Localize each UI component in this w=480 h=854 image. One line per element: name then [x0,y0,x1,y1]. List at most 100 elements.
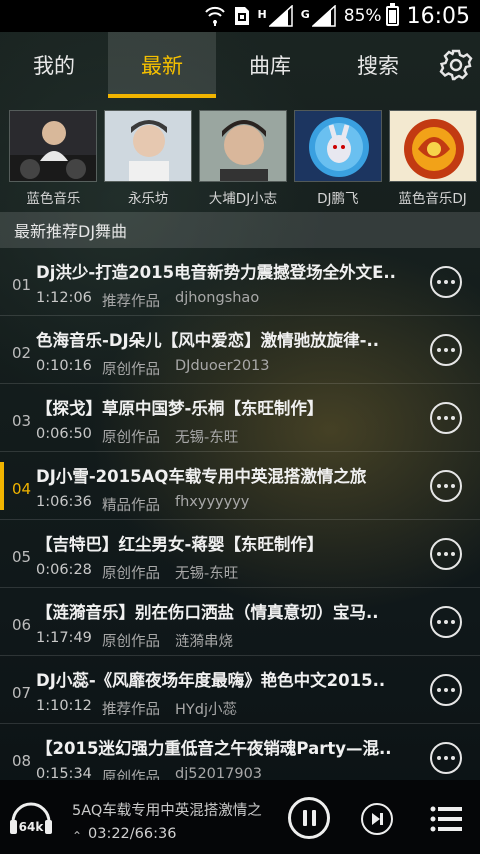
artist-card[interactable]: 蓝色音乐 [6,98,101,210]
track-index: 05 [12,548,32,566]
track-index: 02 [12,344,32,362]
artist-card[interactable]: DJ鹏飞 [290,98,385,210]
clock: 16:05 [406,3,470,29]
track-index: 08 [12,752,32,770]
track-duration: 1:12:06 [36,290,92,306]
track-row[interactable]: 03 【探戈】草原中国梦-乐桐【东旺制作】 0:06:50 原创作品 无锡-东旺 [0,384,480,452]
next-button[interactable] [361,803,393,835]
track-title: 【探戈】草原中国梦-乐桐【东旺制作】 [36,399,324,418]
status-bar: H G 85% 16:05 [0,0,480,32]
tab-latest[interactable]: 最新 [108,32,216,98]
signal-icon [311,5,336,27]
more-options-icon[interactable] [430,402,462,434]
track-index: 07 [12,684,32,702]
mini-player: 64k 5AQ车载专用中英混搭激情之 ⌃ 03:22/66:36 [0,780,480,854]
track-type: 原创作品 [102,362,160,378]
artist-name: DJ鹏飞 [317,191,359,207]
track-uploader: 涟漪串烧 [175,634,233,650]
track-duration: 0:06:50 [36,426,92,442]
signal-1: H [258,5,293,27]
track-type: 推荐作品 [102,702,160,718]
quality-label: 64k [19,820,45,834]
track-type: 精品作品 [102,498,160,514]
track-row-playing[interactable]: 04 DJ小雪-2015AQ车载专用中英混搭激情之旅 1:06:36 精品作品 … [0,452,480,520]
track-uploader: fhxyyyyyy [175,494,250,510]
artist-card[interactable]: 蓝色音乐DJ [385,98,480,210]
track-title: 【涟漪音乐】别在伤口洒盐（情真意切）宝马.. [36,603,379,622]
track-duration: 1:17:49 [36,630,92,646]
battery-icon [385,3,399,26]
network-type-h: H [257,8,267,21]
track-uploader: 无锡-东旺 [175,566,239,582]
track-row[interactable]: 06 【涟漪音乐】别在伤口洒盐（情真意切）宝马.. 1:17:49 原创作品 涟… [0,588,480,656]
playlist-button[interactable] [430,804,462,834]
tab-mine[interactable]: 我的 [0,32,108,98]
more-options-icon[interactable] [430,606,462,638]
more-options-icon[interactable] [430,470,462,502]
now-playing-title[interactable]: 5AQ车载专用中英混搭激情之 [72,799,272,820]
track-duration: 1:06:36 [36,494,92,510]
track-duration: 1:10:12 [36,698,92,714]
tab-library[interactable]: 曲库 [216,32,324,98]
track-uploader: DJduoer2013 [175,358,270,374]
artist-avatar [9,110,98,182]
pause-button[interactable] [288,797,330,839]
sim-card-icon [234,6,250,26]
featured-artists: 蓝色音乐 永乐坊 大埔DJ小志 DJ鹏飞 蓝色音乐DJ [0,98,480,210]
gear-icon [439,49,473,81]
artist-name: 大埔DJ小志 [208,191,278,207]
track-list: 01 Dj洪少-打造2015电音新势力震撼登场全外文E.. 1:12:06 推荐… [0,248,480,780]
playlist-icon [430,806,462,832]
artist-avatar [293,110,382,182]
settings-button[interactable] [432,32,480,98]
signal-2: G [301,5,336,27]
track-title: 色海音乐-DJ朵儿【风中爱恋】激情驰放旋律-.. [36,331,380,350]
pause-icon [302,810,307,826]
track-row[interactable]: 02 色海音乐-DJ朵儿【风中爱恋】激情驰放旋律-.. 0:10:16 原创作品… [0,316,480,384]
track-title: 【吉特巴】红尘男女-蒋婴【东旺制作】 [36,535,324,554]
track-type: 原创作品 [102,770,160,780]
track-duration: 0:10:16 [36,358,92,374]
track-row[interactable]: 07 DJ小蕊-《风靡夜场年度最嗨》艳色中文2015.. 1:10:12 推荐作… [0,656,480,724]
track-index: 06 [12,616,32,634]
track-type: 原创作品 [102,430,160,446]
signal-icon [268,5,293,27]
more-options-icon[interactable] [430,742,462,774]
track-row[interactable]: 05 【吉特巴】红尘男女-蒋婴【东旺制作】 0:06:28 原创作品 无锡-东旺 [0,520,480,588]
track-index: 01 [12,276,32,294]
track-title: DJ小蕊-《风靡夜场年度最嗨》艳色中文2015.. [36,671,386,690]
track-type: 原创作品 [102,634,160,650]
track-uploader: 无锡-东旺 [175,430,239,446]
artist-card[interactable]: 大埔DJ小志 [196,98,291,210]
now-playing-indicator [0,462,4,510]
track-row[interactable]: 08 【2015迷幻强力重低音之午夜销魂Party—混.. 0:15:34 原创… [0,724,480,780]
artist-name: 永乐坊 [127,191,169,207]
more-options-icon[interactable] [430,538,462,570]
track-title: DJ小雪-2015AQ车载专用中英混搭激情之旅 [36,467,367,486]
track-index: 04 [12,480,32,498]
more-options-icon[interactable] [430,674,462,706]
track-uploader: HYdj小蕊 [175,702,237,718]
track-title: 【2015迷幻强力重低音之午夜销魂Party—混.. [36,739,392,758]
track-title: Dj洪少-打造2015电音新势力震撼登场全外文E.. [36,263,396,282]
tab-search[interactable]: 搜索 [324,32,432,98]
artist-avatar [104,110,193,182]
wifi-hotspot-icon [204,6,226,26]
artist-name: 蓝色音乐DJ [398,191,467,207]
quality-button[interactable]: 64k [8,794,54,840]
track-type: 推荐作品 [102,294,160,310]
track-uploader: djhongshao [175,290,260,306]
track-index: 03 [12,412,32,430]
track-duration: 0:15:34 [36,766,92,780]
artist-card[interactable]: 永乐坊 [101,98,196,210]
track-uploader: dj52017903 [175,766,263,780]
artist-avatar [198,110,287,182]
headphones-icon: 64k [10,802,52,834]
expand-up-icon[interactable]: ⌃ [72,829,82,843]
section-title: 最新推荐DJ舞曲 [0,212,480,248]
more-options-icon[interactable] [430,266,462,298]
artist-name: 蓝色音乐 [26,191,81,207]
track-row[interactable]: 01 Dj洪少-打造2015电音新势力震撼登场全外文E.. 1:12:06 推荐… [0,248,480,316]
artist-avatar [388,110,477,182]
more-options-icon[interactable] [430,334,462,366]
